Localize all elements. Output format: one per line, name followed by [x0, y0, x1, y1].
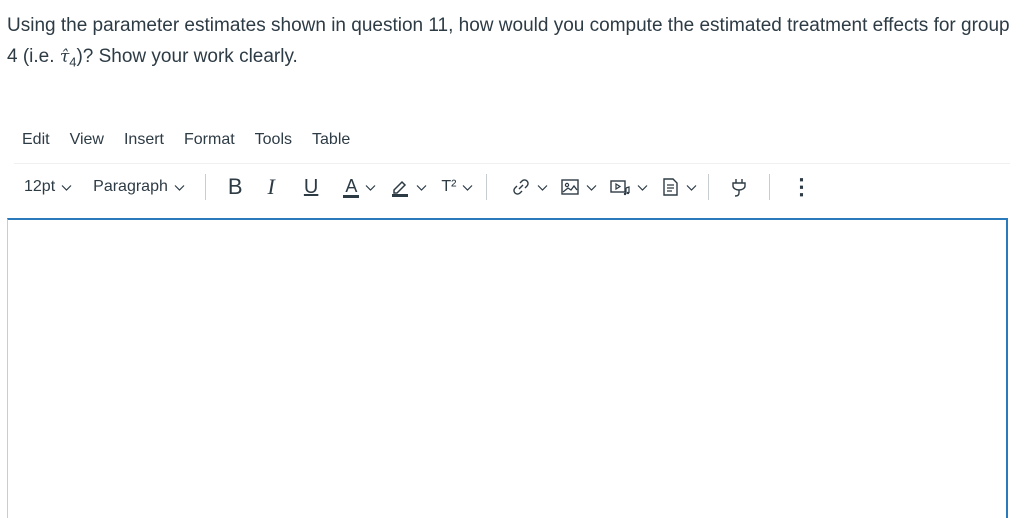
menu-format[interactable]: Format [174, 128, 245, 154]
chevron-down-icon [462, 182, 473, 193]
text-color-icon: A [343, 175, 360, 198]
link-button[interactable] [511, 170, 548, 204]
apps-button[interactable] [729, 170, 749, 204]
more-vertical-icon: ⋮ [790, 174, 813, 199]
bold-button[interactable]: B [228, 170, 243, 204]
media-icon [609, 177, 631, 197]
menu-insert[interactable]: Insert [114, 128, 174, 154]
superscript-icon: T² [441, 178, 457, 195]
highlighter-icon [390, 177, 410, 197]
toolbar-separator [204, 174, 206, 200]
underline-icon: U [303, 175, 319, 198]
toolbar-separator [486, 174, 488, 200]
menubar-divider [14, 163, 1010, 164]
image-button[interactable] [560, 170, 597, 204]
document-button[interactable] [660, 170, 697, 204]
chevron-down-icon [365, 182, 376, 193]
menu-table[interactable]: Table [302, 128, 360, 154]
media-button[interactable] [609, 170, 648, 204]
font-size-label: 12pt [24, 178, 56, 195]
rich-text-editor[interactable] [7, 218, 1008, 518]
menu-edit[interactable]: Edit [12, 128, 60, 154]
menu-view[interactable]: View [60, 128, 114, 154]
chevron-down-icon [174, 182, 185, 193]
image-icon [560, 177, 580, 197]
chevron-down-icon [537, 182, 548, 193]
editor-toolbar: 12pt Paragraph B I U A T² ⋮ [14, 170, 1010, 204]
chevron-down-icon [686, 182, 697, 193]
chevron-down-icon [637, 182, 648, 193]
toolbar-separator [769, 174, 771, 200]
menubar: Edit View Insert Format Tools Table [12, 128, 360, 154]
menu-tools[interactable]: Tools [245, 128, 302, 154]
question-text: Using the parameter estimates shown in q… [7, 10, 1017, 77]
bold-icon: B [227, 174, 243, 199]
link-icon [511, 177, 531, 197]
italic-button[interactable]: I [268, 170, 275, 204]
plug-icon [729, 177, 749, 197]
more-button[interactable]: ⋮ [790, 170, 812, 204]
paragraph-select[interactable]: Paragraph [93, 170, 185, 204]
chevron-down-icon [586, 182, 597, 193]
question-text-after: )? Show your work clearly. [76, 46, 298, 67]
toolbar-separator [708, 174, 710, 200]
font-size-select[interactable]: 12pt [24, 170, 72, 204]
chevron-down-icon [416, 182, 427, 193]
document-icon [660, 177, 680, 197]
paragraph-label: Paragraph [93, 178, 168, 195]
tau-symbol: τ̂4 [59, 47, 77, 70]
highlight-color-button[interactable] [390, 170, 427, 204]
underline-button[interactable]: U [304, 170, 318, 204]
text-color-button[interactable]: A [343, 170, 376, 204]
italic-icon: I [267, 174, 275, 199]
chevron-down-icon [61, 182, 72, 193]
superscript-button[interactable]: T² [441, 170, 473, 204]
